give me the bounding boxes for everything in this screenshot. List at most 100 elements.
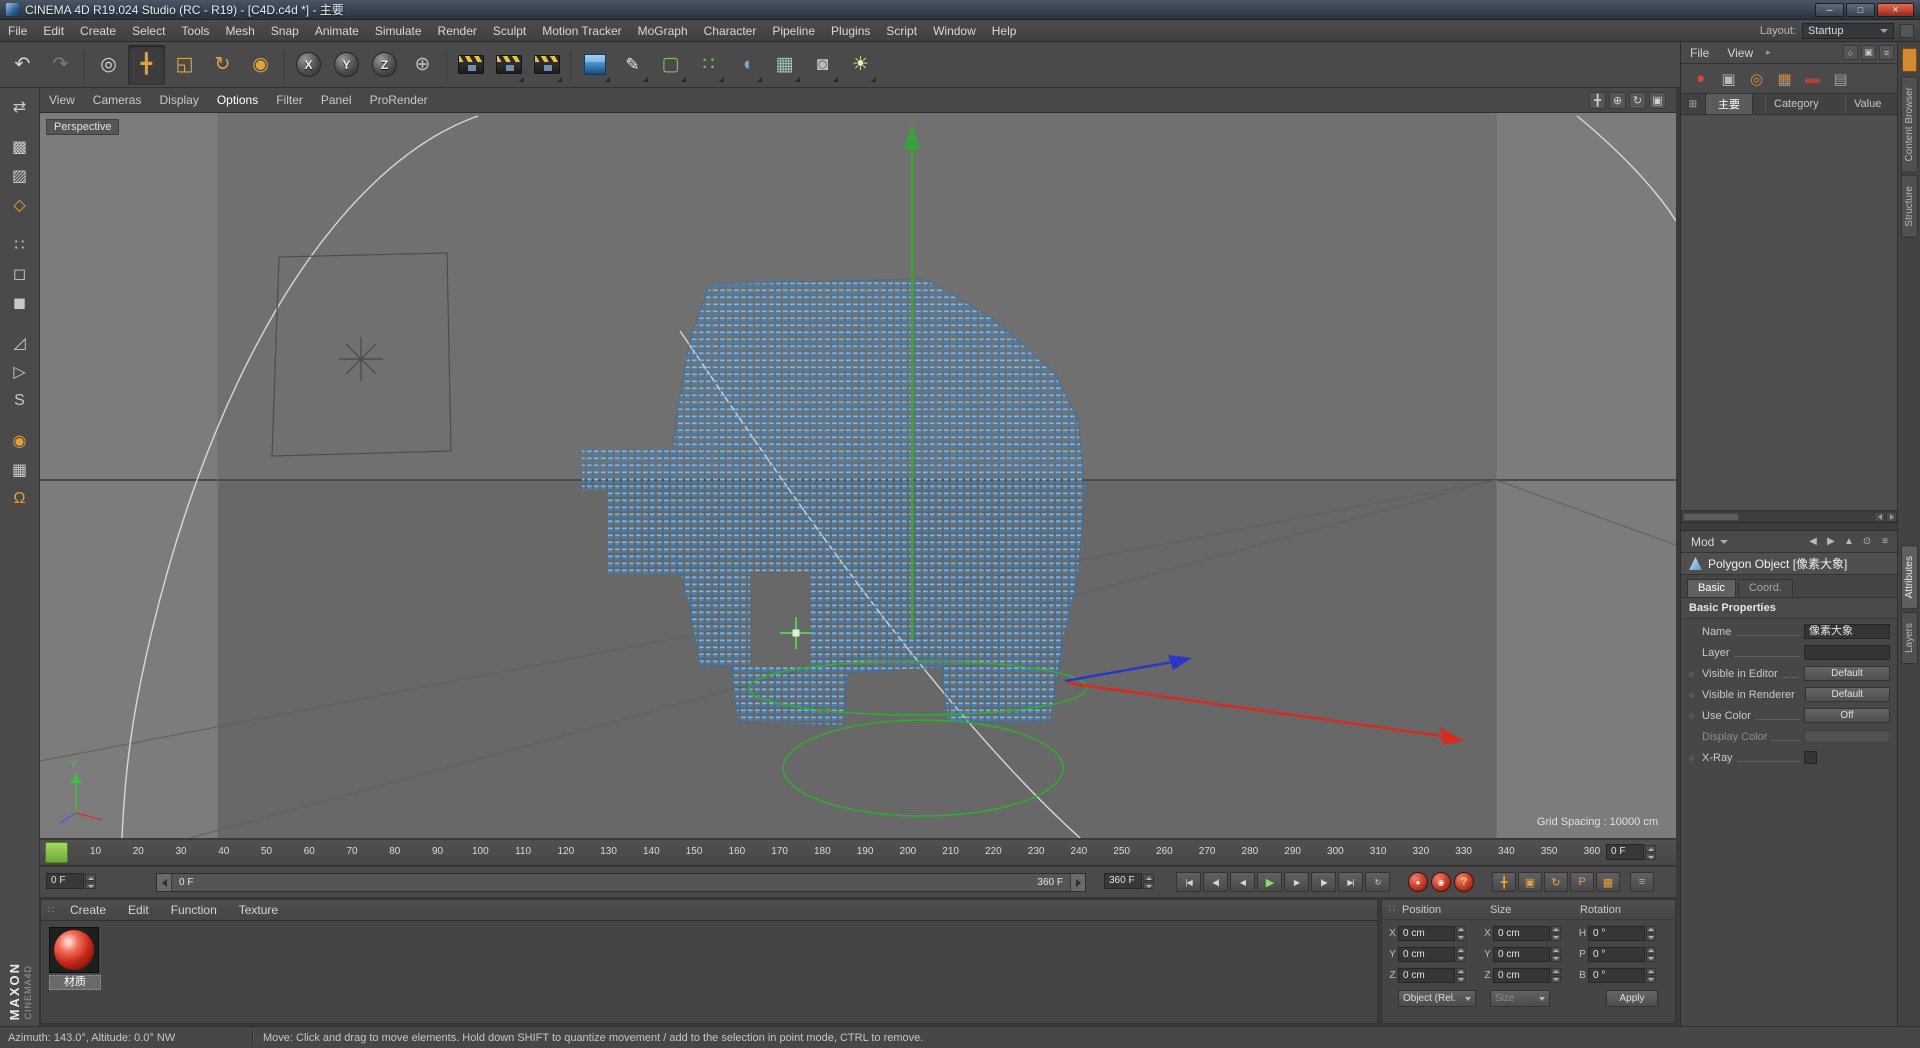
range-right-handle[interactable] (1070, 874, 1085, 891)
next-frame-button[interactable]: ▶ (1284, 872, 1309, 892)
size-z-input[interactable]: 0 cm (1493, 968, 1550, 983)
rotation-p-input[interactable]: 0 ° (1588, 947, 1645, 962)
side-tab-content-browser[interactable]: Content Browser (1900, 76, 1918, 173)
size-y-input[interactable]: 0 cm (1493, 947, 1550, 962)
active-panel-chip[interactable] (1901, 48, 1917, 72)
menu-sculpt[interactable]: Sculpt (485, 20, 534, 41)
record-position-toggle[interactable]: ╋ (1492, 872, 1516, 892)
menu-file[interactable]: File (0, 20, 35, 41)
spinner-arrows[interactable] (85, 873, 96, 889)
attr-tab-basic[interactable]: Basic (1687, 579, 1736, 597)
object-list[interactable] (1681, 115, 1898, 511)
spin-down-icon[interactable] (1551, 976, 1561, 983)
toggle-view-button[interactable]: ▣ (1649, 91, 1666, 109)
spin-down-icon[interactable] (1551, 955, 1561, 962)
maximize-button[interactable] (1846, 2, 1875, 17)
lock-z-axis-button[interactable]: Z (366, 45, 403, 85)
side-tab-attributes[interactable]: Attributes (1900, 545, 1918, 610)
viewport-menu-view[interactable]: View (40, 88, 84, 113)
pin-icon[interactable]: ▣ (1861, 45, 1876, 60)
menu-motion-tracker[interactable]: Motion Tracker (534, 20, 629, 41)
spin-down-icon[interactable] (85, 881, 96, 889)
attr-visible-in-renderer-dropdown[interactable]: Default (1804, 687, 1890, 702)
attr-visible-in-editor-dropdown[interactable]: Default (1804, 666, 1890, 681)
rotate-view-button[interactable]: ↻ (1629, 91, 1646, 109)
rotation-b-stepper[interactable] (1646, 968, 1656, 983)
snap-toggle-button[interactable]: S (3, 386, 37, 415)
attr-x-ray-checkbox[interactable] (1804, 751, 1817, 764)
workplane-mode-button[interactable]: ◇ (3, 190, 37, 219)
redo-button[interactable]: ↷ (42, 45, 79, 85)
spin-down-icon[interactable] (1456, 955, 1466, 962)
material-menu-edit[interactable]: Edit (119, 903, 158, 917)
spin-down-icon[interactable] (1646, 934, 1656, 941)
minimize-button[interactable] (1815, 2, 1844, 17)
material-menu-function[interactable]: Function (162, 903, 226, 917)
snap-settings-button[interactable]: Ω (3, 484, 37, 513)
edges-mode-button[interactable]: ◻ (3, 259, 37, 288)
spin-down-icon[interactable] (1645, 852, 1656, 860)
current-frame-spinner[interactable]: 0 F (1606, 844, 1656, 860)
panel-grip-icon[interactable] (1382, 904, 1402, 915)
render-picture-viewer-button[interactable] (490, 45, 527, 85)
viewport-menu-cameras[interactable]: Cameras (84, 88, 151, 113)
close-button[interactable] (1877, 2, 1914, 17)
structure-icon[interactable]: ▤ (1829, 67, 1852, 90)
render-clapper-icon[interactable]: ▬ (1801, 67, 1824, 90)
timeline-playhead[interactable] (45, 842, 68, 863)
record-scale-toggle[interactable]: ▣ (1518, 872, 1542, 892)
spin-up-icon[interactable] (1456, 926, 1466, 933)
position-x-input[interactable]: 0 cm (1398, 926, 1455, 941)
spinner-arrows[interactable] (1143, 873, 1154, 889)
nav-forward-icon[interactable]: ▶ (1824, 536, 1838, 547)
pick-icon[interactable]: ▲ (1842, 536, 1856, 547)
om-menu-file[interactable]: File (1681, 46, 1718, 60)
scale-tool[interactable]: ◱ (166, 45, 203, 85)
zoom-view-button[interactable]: ⊕ (1609, 91, 1626, 109)
polygons-mode-button[interactable]: ◼ (3, 288, 37, 317)
current-frame-value[interactable]: 0 F (1606, 844, 1644, 860)
spin-up-icon[interactable] (1456, 968, 1466, 975)
solo-mode-button[interactable]: ◉ (3, 426, 37, 455)
goto-end-button[interactable]: ▶| (1338, 872, 1363, 892)
mograph-icon[interactable]: ◎ (1745, 67, 1768, 90)
viewport-menu-filter[interactable]: Filter (267, 88, 312, 113)
position-z-input[interactable]: 0 cm (1398, 968, 1455, 983)
objects-page-icon[interactable]: ▣ (1717, 67, 1740, 90)
scrollbar-thumb[interactable] (1683, 513, 1739, 521)
size-z-stepper[interactable] (1551, 968, 1561, 983)
last-used-tool[interactable]: ◉ (242, 45, 279, 85)
menu-mograph[interactable]: MoGraph (630, 20, 696, 41)
material-menu-texture[interactable]: Texture (230, 903, 287, 917)
menu-window[interactable]: Window (925, 20, 984, 41)
nav-back-icon[interactable]: ◀ (1806, 536, 1820, 547)
spin-up-icon[interactable] (1645, 844, 1656, 852)
scroll-left-icon[interactable] (1874, 512, 1885, 522)
menu-pipeline[interactable]: Pipeline (764, 20, 823, 41)
deformer-button[interactable]: ◖ (728, 45, 765, 85)
render-view-button[interactable] (452, 45, 489, 85)
end-frame-spinner[interactable]: 360 F (1104, 873, 1154, 889)
spin-up-icon[interactable] (1551, 968, 1561, 975)
spin-down-icon[interactable] (1646, 955, 1656, 962)
next-key-button[interactable]: |▶ (1311, 872, 1336, 892)
size-y-stepper[interactable] (1551, 947, 1561, 962)
coordinate-system-button[interactable]: ⊕ (404, 45, 441, 85)
live-selection-tool[interactable]: ◎ (90, 45, 127, 85)
rotation-b-input[interactable]: 0 ° (1588, 968, 1645, 983)
viewport-menu-display[interactable]: Display (150, 88, 207, 113)
material-menu-create[interactable]: Create (61, 903, 115, 917)
spin-up-icon[interactable] (1551, 926, 1561, 933)
prev-key-button[interactable]: ◀| (1203, 872, 1228, 892)
size-x-stepper[interactable] (1551, 926, 1561, 941)
anim-dot-icon[interactable] (1689, 711, 1702, 721)
menu-edit[interactable]: Edit (35, 20, 72, 41)
measure-tool-button[interactable]: ◿ (3, 328, 37, 357)
lock-y-axis-button[interactable]: Y (328, 45, 365, 85)
anim-dot-icon[interactable] (1689, 690, 1702, 700)
position-y-input[interactable]: 0 cm (1398, 947, 1455, 962)
position-y-stepper[interactable] (1456, 947, 1466, 962)
tab-main[interactable]: 主要 (1705, 94, 1753, 114)
object-mode-dropdown[interactable]: Object (Rel. (1398, 990, 1476, 1007)
attr-layer-input[interactable] (1804, 645, 1890, 660)
